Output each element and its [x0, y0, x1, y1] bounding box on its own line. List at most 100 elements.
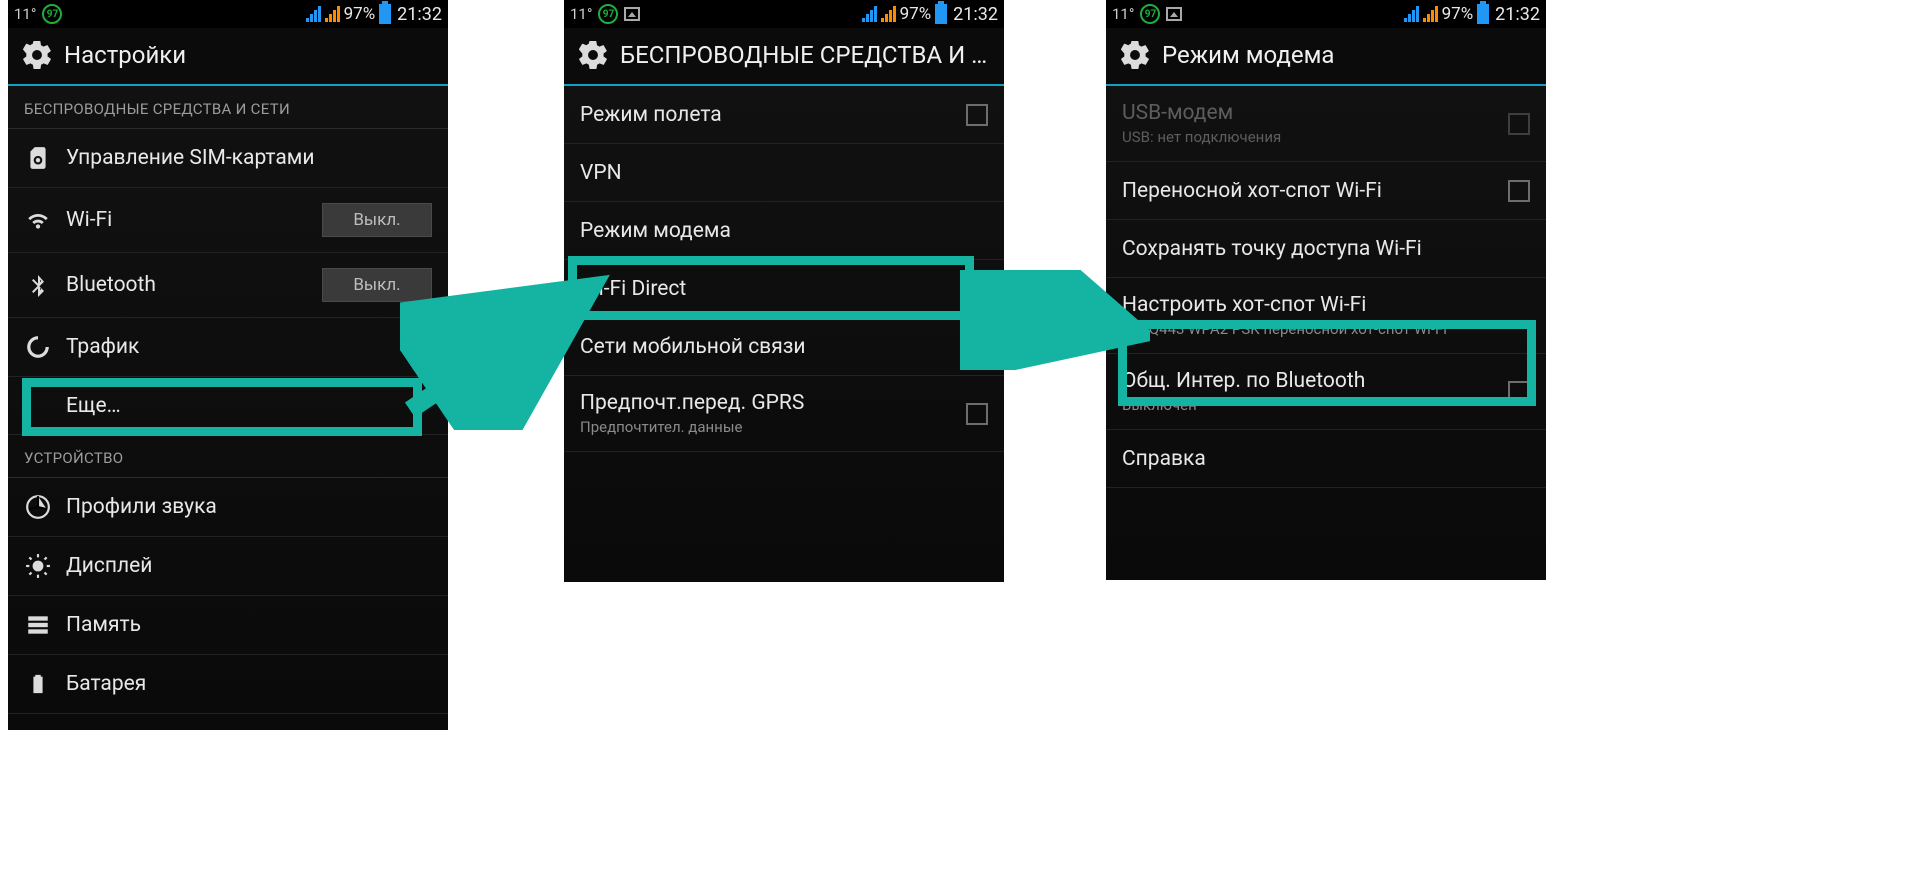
status-battery-badge: 97 [598, 4, 618, 24]
data-usage-icon [24, 333, 52, 361]
row-label: Сети мобильной связи [580, 335, 806, 359]
row-wifi-direct[interactable]: Wi-Fi Direct [564, 260, 1004, 318]
signal-sim1-icon [306, 6, 321, 22]
title-bar: Настройки [8, 28, 448, 86]
row-sound-profiles[interactable]: Профили звука [8, 478, 448, 537]
signal-sim1-icon [1404, 6, 1419, 22]
row-label: VPN [580, 161, 622, 185]
sim-card-icon [24, 144, 52, 172]
row-bluetooth[interactable]: Bluetooth Выкл. [8, 253, 448, 318]
status-temperature: 11° [570, 5, 592, 23]
row-label: Дисплей [66, 554, 152, 578]
row-gprs-pref[interactable]: Предпочт.перед. GPRS Предпочтител. данны… [564, 376, 1004, 452]
row-more[interactable]: Еще… [8, 377, 448, 435]
status-battery-badge: 97 [42, 4, 62, 24]
row-label: Трафик [66, 335, 139, 359]
row-sublabel: Предпочтител. данные [580, 418, 804, 436]
bluetooth-toggle[interactable]: Выкл. [322, 268, 432, 302]
hotspot-checkbox[interactable] [1508, 180, 1530, 202]
status-temperature: 11° [1112, 5, 1134, 23]
row-label: Сохранять точку доступа Wi-Fi [1122, 237, 1422, 261]
row-vpn[interactable]: VPN [564, 144, 1004, 202]
signal-sim1-icon [862, 6, 877, 22]
sound-icon [24, 493, 52, 521]
usb-checkbox [1508, 113, 1530, 135]
screenshot-notification-icon [1166, 7, 1182, 21]
status-clock: 21:32 [1495, 4, 1540, 25]
row-label: Общ. Интер. по Bluetooth [1122, 369, 1365, 393]
signal-sim2-icon [881, 6, 896, 22]
row-bluetooth-share[interactable]: Общ. Интер. по Bluetooth Выключен [1106, 354, 1546, 430]
section-wireless-header: БЕСПРОВОДНЫЕ СРЕДСТВА И СЕТИ [8, 86, 448, 129]
row-label: Wi-Fi Direct [580, 277, 686, 301]
row-portable-hotspot[interactable]: Переносной хот-спот Wi-Fi [1106, 162, 1546, 220]
battery-icon [935, 4, 947, 24]
row-usb-tether: USB-модем USB: нет подключения [1106, 86, 1546, 162]
status-bar: 11° 97 97% 21:32 [1106, 0, 1546, 28]
signal-sim2-icon [325, 6, 340, 22]
wifidirect-checkbox[interactable] [966, 278, 988, 300]
row-sim-management[interactable]: Управление SIM-картами [8, 129, 448, 188]
row-mobile-networks[interactable]: Сети мобильной связи [564, 318, 1004, 376]
gear-icon [576, 38, 610, 72]
row-label: USB-модем [1122, 101, 1281, 125]
title-bar: Режим модема [1106, 28, 1546, 86]
status-clock: 21:32 [953, 4, 998, 25]
row-label: Еще… [66, 394, 121, 418]
row-label: Управление SIM-картами [66, 146, 314, 170]
row-data-usage[interactable]: Трафик [8, 318, 448, 377]
battery-menu-icon [24, 670, 52, 698]
row-help[interactable]: Справка [1106, 430, 1546, 488]
status-battery-pct: 97% [1442, 4, 1474, 24]
row-configure-hotspot[interactable]: Настроить хот-спот Wi-Fi Fly IQ443 WPA2 … [1106, 278, 1546, 354]
title-bar: БЕСПРОВОДНЫЕ СРЕДСТВА И СЕ… [564, 28, 1004, 86]
row-display[interactable]: Дисплей [8, 537, 448, 596]
wifi-icon [24, 206, 52, 234]
row-airplane-mode[interactable]: Режим полета [564, 86, 1004, 144]
row-label: Справка [1122, 447, 1206, 471]
row-label: Профили звука [66, 495, 217, 519]
row-memory[interactable]: Память [8, 596, 448, 655]
storage-icon [24, 611, 52, 639]
row-label: Переносной хот-спот Wi-Fi [1122, 179, 1382, 203]
row-label: Wi-Fi [66, 208, 112, 232]
row-label: Bluetooth [66, 273, 156, 297]
row-sublabel: Выключен [1122, 396, 1365, 414]
gear-icon [1118, 38, 1152, 72]
battery-icon [1477, 4, 1489, 24]
wifi-toggle[interactable]: Выкл. [322, 203, 432, 237]
row-label: Настроить хот-спот Wi-Fi [1122, 293, 1447, 317]
signal-sim2-icon [1423, 6, 1438, 22]
row-sublabel: Fly IQ443 WPA2 PSK переносной хот-спот W… [1122, 320, 1447, 338]
status-bar: 11° 97 97% 21:32 [8, 0, 448, 28]
battery-icon [379, 4, 391, 24]
status-battery-pct: 97% [344, 4, 376, 24]
page-title: Режим модема [1162, 41, 1334, 69]
row-tethering[interactable]: Режим модема [564, 202, 1004, 260]
bluetooth-icon [24, 271, 52, 299]
airplane-checkbox[interactable] [966, 104, 988, 126]
status-bar: 11° 97 97% 21:32 [564, 0, 1004, 28]
row-wifi[interactable]: Wi-Fi Выкл. [8, 188, 448, 253]
row-label: Предпочт.перед. GPRS [580, 391, 804, 415]
phone-screenshot-1: 11° 97 97% 21:32 Настройки БЕСПРОВОДНЫЕ … [8, 0, 448, 730]
row-label: Режим полета [580, 103, 722, 127]
status-battery-pct: 97% [900, 4, 932, 24]
row-label: Батарея [66, 672, 146, 696]
status-clock: 21:32 [397, 4, 442, 25]
gear-icon [20, 38, 54, 72]
row-sublabel: USB: нет подключения [1122, 128, 1281, 146]
section-device-header: УСТРОЙСТВО [8, 435, 448, 478]
status-battery-badge: 97 [1140, 4, 1160, 24]
page-title: БЕСПРОВОДНЫЕ СРЕДСТВА И СЕ… [620, 41, 992, 69]
row-keep-hotspot[interactable]: Сохранять точку доступа Wi-Fi [1106, 220, 1546, 278]
status-temperature: 11° [14, 5, 36, 23]
row-label: Память [66, 613, 141, 637]
row-battery[interactable]: Батарея [8, 655, 448, 714]
page-title: Настройки [64, 41, 186, 69]
display-icon [24, 552, 52, 580]
row-label: Режим модема [580, 219, 731, 243]
gprs-checkbox[interactable] [966, 403, 988, 425]
btshare-checkbox[interactable] [1508, 381, 1530, 403]
phone-screenshot-3: 11° 97 97% 21:32 Режим модема USB-модем … [1106, 0, 1546, 580]
